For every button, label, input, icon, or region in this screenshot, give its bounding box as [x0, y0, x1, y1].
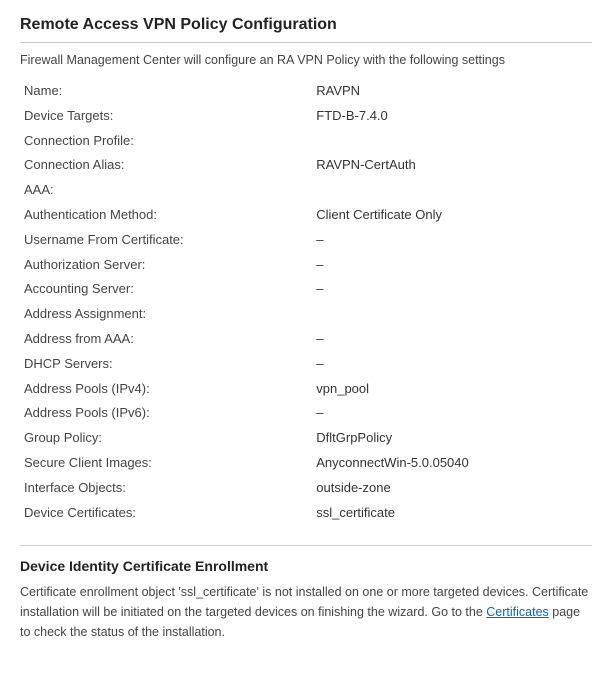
auth-method-row: Authentication Method: Client Certificat…: [20, 203, 592, 228]
connection-profile-row: Connection Profile:: [20, 129, 592, 154]
connection-profile-value: [312, 129, 592, 154]
name-row: Name: RAVPN: [20, 79, 592, 104]
auth-server-value: –: [312, 253, 592, 278]
connection-alias-value: RAVPN-CertAuth: [312, 153, 592, 178]
aaa-value: [312, 178, 592, 203]
device-certificates-row: Device Certificates: ssl_certificate: [20, 501, 592, 526]
group-policy-row: Group Policy: DfltGrpPolicy: [20, 426, 592, 451]
device-certificates-label: Device Certificates:: [20, 501, 312, 526]
username-cert-value: –: [312, 228, 592, 253]
accounting-server-value: –: [312, 277, 592, 302]
interface-objects-label: Interface Objects:: [20, 476, 312, 501]
address-assignment-value: [312, 302, 592, 327]
enrollment-title: Device Identity Certificate Enrollment: [20, 558, 592, 574]
auth-method-label: Authentication Method:: [20, 203, 312, 228]
address-pools-ipv6-row: Address Pools (IPv6): –: [20, 401, 592, 426]
interface-objects-row: Interface Objects: outside-zone: [20, 476, 592, 501]
connection-alias-row: Connection Alias: RAVPN-CertAuth: [20, 153, 592, 178]
dhcp-servers-value: –: [312, 352, 592, 377]
dhcp-servers-label: DHCP Servers:: [20, 352, 312, 377]
aaa-row: AAA:: [20, 178, 592, 203]
address-assignment-label: Address Assignment:: [20, 302, 312, 327]
accounting-server-row: Accounting Server: –: [20, 277, 592, 302]
address-pools-ipv4-row: Address Pools (IPv4): vpn_pool: [20, 377, 592, 402]
config-table: Name: RAVPN Device Targets: FTD-B-7.4.0 …: [20, 79, 592, 525]
section-divider: [20, 545, 592, 546]
secure-client-row: Secure Client Images: AnyconnectWin-5.0.…: [20, 451, 592, 476]
address-pools-ipv4-label: Address Pools (IPv4):: [20, 377, 312, 402]
connection-alias-label: Connection Alias:: [20, 153, 312, 178]
auth-method-value: Client Certificate Only: [312, 203, 592, 228]
address-pools-ipv4-value: vpn_pool: [312, 377, 592, 402]
intro-text: Firewall Management Center will configur…: [20, 53, 592, 67]
enrollment-section: Device Identity Certificate Enrollment C…: [20, 558, 592, 642]
name-label: Name:: [20, 79, 312, 104]
name-value: RAVPN: [312, 79, 592, 104]
username-cert-label: Username From Certificate:: [20, 228, 312, 253]
address-from-aaa-value: –: [312, 327, 592, 352]
address-assignment-row: Address Assignment:: [20, 302, 592, 327]
auth-server-row: Authorization Server: –: [20, 253, 592, 278]
aaa-label: AAA:: [20, 178, 312, 203]
address-pools-ipv6-label: Address Pools (IPv6):: [20, 401, 312, 426]
page-title: Remote Access VPN Policy Configuration: [20, 16, 592, 43]
group-policy-label: Group Policy:: [20, 426, 312, 451]
secure-client-value: AnyconnectWin-5.0.05040: [312, 451, 592, 476]
auth-server-label: Authorization Server:: [20, 253, 312, 278]
dhcp-servers-row: DHCP Servers: –: [20, 352, 592, 377]
username-cert-row: Username From Certificate: –: [20, 228, 592, 253]
group-policy-value: DfltGrpPolicy: [312, 426, 592, 451]
device-targets-row: Device Targets: FTD-B-7.4.0: [20, 104, 592, 129]
secure-client-label: Secure Client Images:: [20, 451, 312, 476]
connection-profile-label: Connection Profile:: [20, 129, 312, 154]
address-pools-ipv6-value: –: [312, 401, 592, 426]
accounting-server-label: Accounting Server:: [20, 277, 312, 302]
certificates-link[interactable]: Certificates: [486, 605, 549, 619]
device-certificates-value: ssl_certificate: [312, 501, 592, 526]
address-from-aaa-label: Address from AAA:: [20, 327, 312, 352]
device-targets-label: Device Targets:: [20, 104, 312, 129]
enrollment-description: Certificate enrollment object 'ssl_certi…: [20, 582, 592, 642]
address-from-aaa-row: Address from AAA: –: [20, 327, 592, 352]
device-targets-value: FTD-B-7.4.0: [312, 104, 592, 129]
interface-objects-value: outside-zone: [312, 476, 592, 501]
